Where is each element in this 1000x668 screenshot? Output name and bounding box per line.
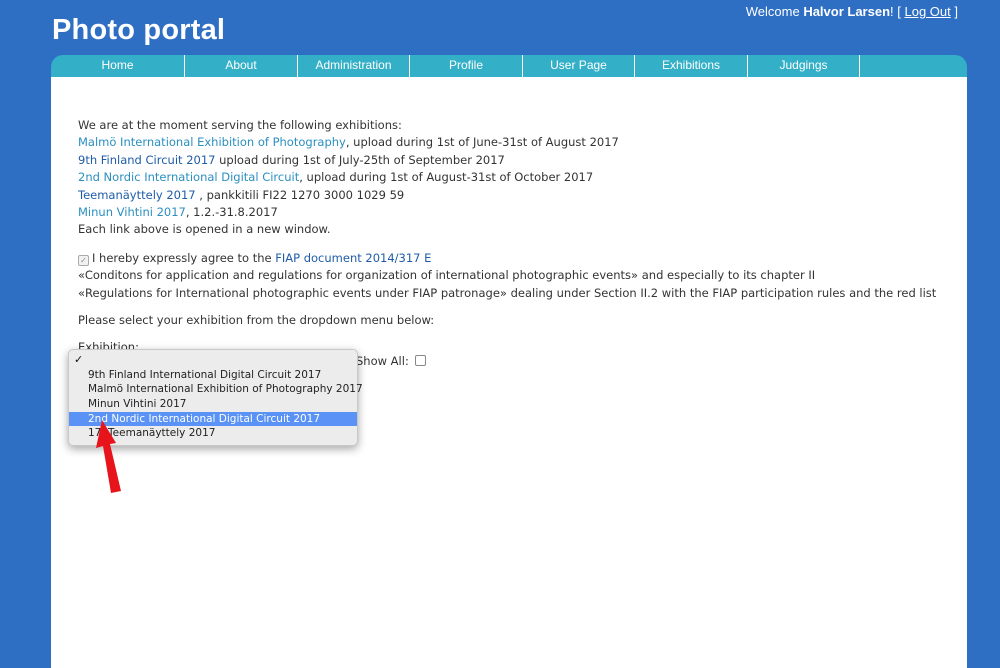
exhibition-line-malmo: Malmö International Exhibition of Photog… — [78, 135, 619, 150]
nav-user-page[interactable]: User Page — [523, 55, 635, 77]
agree-line: ✓ I hereby expressly agree to the FIAP do… — [78, 250, 958, 267]
exhibition-link-malmo[interactable]: Malmö International Exhibition of Photog… — [78, 135, 346, 149]
exhibition-link-teema[interactable]: Teemanäyttely 2017 — [78, 188, 196, 202]
dropdown-option-vihti[interactable]: Minun Vihtini 2017 — [69, 397, 357, 412]
exhibition-info: We are at the moment serving the followi… — [78, 117, 958, 357]
welcome-prefix: Welcome — [745, 4, 800, 19]
show-all-label: Show All: — [356, 354, 409, 368]
new-window-note: Each link above is opened in a new windo… — [78, 222, 331, 237]
main-nav: Home About Administration Profile User P… — [51, 55, 967, 77]
nav-judgings[interactable]: Judgings — [748, 55, 860, 77]
show-all: Show All: — [356, 354, 426, 368]
welcome-bar: Welcome Halvor Larsen! [ Log Out ] — [746, 4, 958, 19]
agree-text: I hereby expressly agree to the — [92, 250, 272, 265]
nav-about[interactable]: About — [185, 55, 298, 77]
nav-exhibitions[interactable]: Exhibitions — [635, 55, 748, 77]
dropdown-option-finland[interactable]: 9th Finland International Digital Circui… — [69, 368, 357, 383]
conditions-text: «Conditons for application and regulatio… — [78, 268, 816, 283]
select-prompt: Please select your exhibition from the d… — [78, 313, 435, 328]
dropdown-option-teema[interactable]: 17. Teemanäyttely 2017 — [69, 426, 357, 441]
welcome-bracket-close: ] — [954, 4, 958, 19]
welcome-bracket-open: ! [ — [890, 4, 901, 19]
agree-checkbox[interactable]: ✓ — [78, 254, 89, 266]
intro-text: We are at the moment serving the followi… — [78, 118, 402, 132]
fiap-document-link[interactable]: FIAP document 2014/317 E — [275, 251, 431, 265]
regulations-text: «Regulations for International photograp… — [78, 285, 937, 300]
exhibition-line-finland: 9th Finland Circuit 2017 upload during 1… — [78, 152, 505, 167]
nav-profile[interactable]: Profile — [410, 55, 523, 77]
exhibition-link-finland[interactable]: 9th Finland Circuit 2017 — [78, 153, 215, 167]
dropdown-option-nordic[interactable]: 2nd Nordic International Digital Circuit… — [69, 411, 357, 427]
show-all-checkbox[interactable] — [414, 355, 426, 366]
checkmark-icon: ✓ — [74, 353, 84, 366]
exhibition-link-nordic[interactable]: 2nd Nordic International Digital Circuit — [78, 170, 299, 184]
nav-home[interactable]: Home — [51, 55, 185, 77]
site-title: Photo portal — [52, 14, 226, 46]
exhibition-link-vihti[interactable]: Minun Vihtini 2017 — [78, 205, 186, 219]
user-name: Halvor Larsen — [803, 4, 891, 19]
nav-administration[interactable]: Administration — [298, 55, 410, 77]
dropdown-option-malmo[interactable]: Malmö International Exhibition of Photog… — [69, 382, 363, 397]
exhibition-line-nordic: 2nd Nordic International Digital Circuit… — [78, 170, 594, 185]
dropdown-option-blank[interactable]: ✓ — [69, 353, 357, 368]
logout-link[interactable]: Log Out — [904, 4, 950, 19]
exhibition-line-vihti: Minun Vihtini 2017, 1.2.-31.8.2017 — [78, 205, 278, 220]
exhibition-line-teema: Teemanäyttely 2017 , pankkitili FI22 127… — [78, 187, 405, 202]
exhibition-dropdown-menu[interactable]: ✓ 9th Finland International Digital Circ… — [68, 349, 363, 446]
